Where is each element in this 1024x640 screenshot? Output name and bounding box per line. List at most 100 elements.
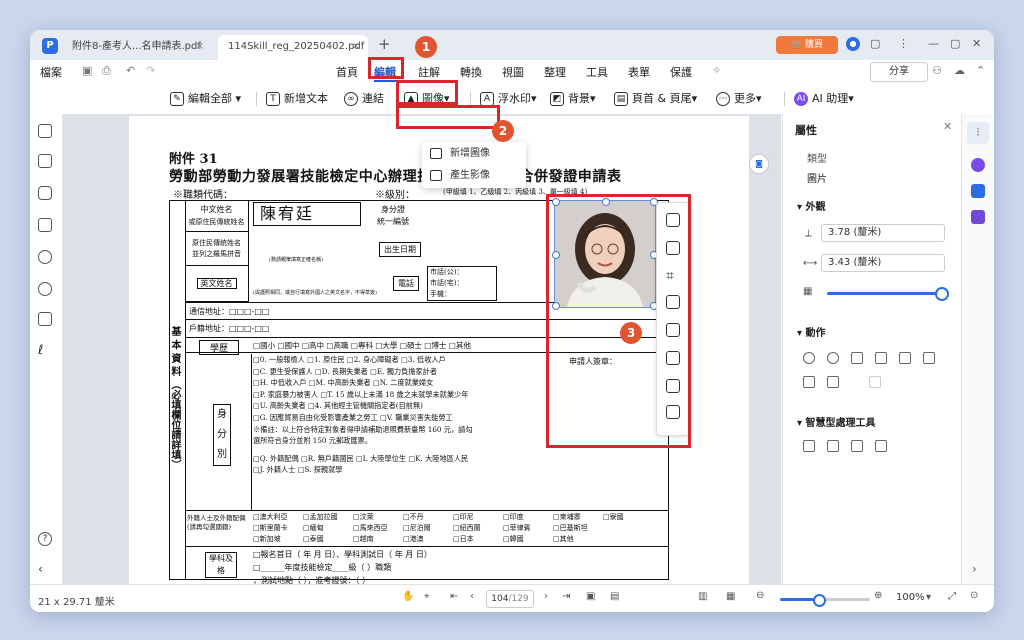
next-page-icon[interactable]: ›	[544, 591, 548, 602]
opacity-slider-handle[interactable]	[935, 287, 949, 301]
close-panel-icon[interactable]: ✕	[943, 120, 952, 133]
country-option[interactable]: □緬甸	[303, 523, 353, 534]
chevron-left-icon[interactable]: ‹	[38, 562, 52, 576]
generate-image-item[interactable]: 產生影像	[422, 166, 526, 186]
scroll-top-icon[interactable]: ⊙	[970, 590, 978, 601]
tab-document-1[interactable]: 附件8-產考人...名申請表.pdf ×	[62, 35, 212, 60]
zoom-out-icon[interactable]: ⊖	[756, 590, 764, 601]
new-tab-button[interactable]: +	[378, 35, 391, 53]
country-option[interactable]: □汶萊	[353, 512, 403, 523]
help-icon[interactable]: ?	[38, 532, 52, 546]
close-window-icon[interactable]: ✕	[972, 37, 981, 50]
rotate-right-icon[interactable]	[827, 352, 839, 364]
background-button[interactable]: ◩ 背景▾	[550, 90, 596, 108]
avatar[interactable]: ●	[846, 37, 860, 51]
page-mode-icon[interactable]: ▥	[698, 591, 707, 602]
buy-button[interactable]: 🛒 購買	[776, 36, 838, 54]
menu-file[interactable]: 檔案	[40, 64, 62, 80]
country-option[interactable]: □柬埔寨	[553, 512, 603, 523]
country-option[interactable]: □澳大利亞	[253, 512, 303, 523]
hand-tool-icon[interactable]: ✋	[402, 591, 414, 602]
distribute-icon[interactable]	[869, 376, 881, 388]
header-footer-button[interactable]: ▤ 頁首 & 頁尾▾	[614, 90, 697, 108]
link-button[interactable]: ∞ 連結	[344, 90, 384, 108]
search-icon[interactable]	[38, 282, 52, 296]
last-page-icon[interactable]: ⇥	[562, 591, 570, 602]
menu-organize[interactable]: 整理	[544, 64, 566, 80]
country-option[interactable]: □印尼	[453, 512, 503, 523]
crop-icon[interactable]	[899, 352, 911, 364]
signature-icon[interactable]: ℓ	[38, 344, 52, 358]
country-grid[interactable]: □澳大利亞 □孟加拉國 □汶萊 □不丹 □印尼 □印度 □柬埔寨 □寮國 □斯里蘭卡 □緬甸 □馬…	[253, 512, 643, 545]
menu-forms[interactable]: 表單	[628, 64, 650, 80]
country-option[interactable]: □尼泊爾	[403, 523, 453, 534]
community-icon[interactable]: ⚇	[932, 64, 942, 77]
note-icon[interactable]	[971, 210, 985, 224]
collapse-icon[interactable]: ⌃	[976, 64, 985, 77]
print-icon[interactable]: ⎙	[102, 64, 111, 78]
country-option[interactable]: □馬來西亞	[353, 523, 403, 534]
country-option[interactable]: □印度	[503, 512, 553, 523]
comment-icon[interactable]	[38, 186, 52, 200]
page-input[interactable]: 104/129	[486, 590, 534, 608]
more-button[interactable]: ⋯ 更多▾	[716, 90, 762, 108]
undo-icon[interactable]: ↶	[126, 64, 135, 77]
country-option[interactable]: □斯里蘭卡	[253, 523, 303, 534]
close-icon[interactable]: ×	[196, 35, 204, 59]
smart-tools-section[interactable]: ▾ 智慧型處理工具	[797, 414, 876, 429]
ocr-tool-icon[interactable]	[803, 440, 815, 452]
tab-document-2[interactable]: 114Skill_reg_20250402.pdf * ×	[218, 35, 368, 76]
opacity-slider[interactable]	[827, 292, 939, 295]
fit-page-icon[interactable]: ▣	[586, 591, 595, 602]
actions-section[interactable]: ▾ 動作	[797, 324, 826, 339]
fullscreen-icon[interactable]: ⤢	[948, 591, 956, 602]
translate-icon[interactable]	[971, 184, 985, 198]
menu-home[interactable]: 首頁	[336, 64, 358, 80]
align-icon[interactable]	[827, 376, 839, 388]
appearance-section[interactable]: ▾ 外觀	[797, 198, 826, 213]
menu-tools[interactable]: 工具	[586, 64, 608, 80]
menu-view[interactable]: 視圖	[502, 64, 524, 80]
menu-annotate[interactable]: 註解	[418, 64, 440, 80]
country-option[interactable]: □紐西蘭	[453, 523, 503, 534]
add-text-button[interactable]: T 新增文本	[266, 90, 328, 108]
country-option[interactable]: □韓國	[503, 534, 553, 545]
zoom-dropdown-icon[interactable]: ▾	[926, 592, 931, 603]
cloud-icon[interactable]: ☁	[954, 64, 965, 77]
ai-assistant-button[interactable]: AI AI 助理▾	[794, 90, 854, 108]
save-icon[interactable]: ▣	[82, 64, 92, 77]
replace-icon[interactable]	[923, 352, 935, 364]
close-icon[interactable]: ×	[352, 35, 360, 59]
thumbnail-icon[interactable]	[38, 218, 52, 232]
flip-vertical-icon[interactable]	[851, 352, 863, 364]
country-option[interactable]: □新加坡	[253, 534, 303, 545]
ai-assistant-icon[interactable]	[971, 158, 985, 172]
page-icon[interactable]	[38, 124, 52, 138]
name-value[interactable]: 陳宥廷	[253, 202, 361, 226]
more-icon[interactable]: ⋮	[898, 37, 909, 50]
layers-icon[interactable]	[38, 312, 52, 326]
bulb-icon[interactable]: ✧	[712, 64, 721, 77]
minimize-icon[interactable]: —	[928, 37, 939, 50]
menu-convert[interactable]: 轉換	[460, 64, 482, 80]
exam-fields[interactable]: □報名首日（ 年 月 日）、學科測試日（ 年 月 日） □______年度技能檢…	[253, 548, 432, 584]
country-option[interactable]: □寮國	[603, 512, 643, 523]
country-option[interactable]: □泰國	[303, 534, 353, 545]
translate-tool-icon[interactable]	[827, 440, 839, 452]
message-icon[interactable]: ▢	[870, 37, 880, 50]
extract-icon[interactable]	[803, 376, 815, 388]
prev-page-icon[interactable]: ‹	[470, 591, 474, 602]
country-option[interactable]: □日本	[453, 534, 503, 545]
flip-horizontal-icon[interactable]	[875, 352, 887, 364]
identity-options[interactable]: □0. 一般報檢人 □1. 原住民 □2. 身心障礙者 □3. 低收入戶 □C.…	[253, 354, 567, 476]
enhance-tool-icon[interactable]	[851, 440, 863, 452]
attachment-icon[interactable]	[38, 250, 52, 264]
ai-image-tool-icon[interactable]	[875, 440, 887, 452]
country-option[interactable]: □菲律賓	[503, 523, 553, 534]
country-option[interactable]: □港澳	[403, 534, 453, 545]
country-option[interactable]: □巴基斯坦	[553, 523, 603, 534]
first-page-icon[interactable]: ⇤	[450, 591, 458, 602]
rotate-left-icon[interactable]	[803, 352, 815, 364]
zoom-level[interactable]: 100%	[896, 592, 925, 603]
country-option[interactable]: □其他	[553, 534, 603, 545]
